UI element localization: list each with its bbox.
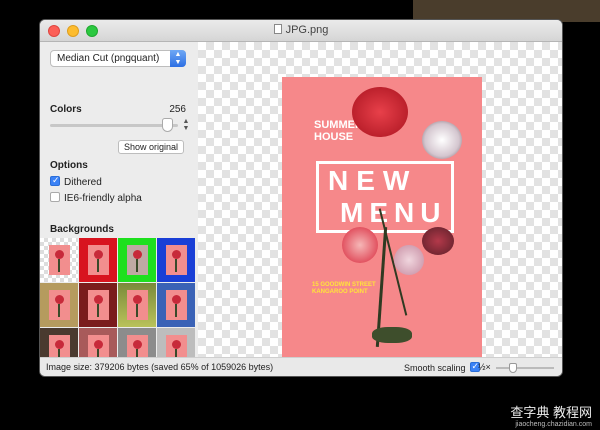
- swatch-thumbnail: [49, 245, 70, 275]
- pink-flower: [394, 245, 424, 275]
- dithered-label: Dithered: [64, 177, 102, 188]
- watermark: 查字典 教程网 jiaocheng.chazidian.com: [510, 402, 592, 428]
- background-swatch-dark-red[interactable]: [79, 283, 117, 327]
- zoom-label: ½×: [478, 362, 491, 372]
- swatch-thumbnail: [49, 290, 70, 320]
- zoom-slider-knob[interactable]: [509, 363, 517, 373]
- swatch-thumbnail: [166, 290, 187, 320]
- swatch-thumbnail: [88, 290, 109, 320]
- background-swatch-green[interactable]: [118, 238, 156, 282]
- dithered-option[interactable]: Dithered: [50, 175, 102, 188]
- background-swatch-noise-warm[interactable]: [40, 283, 78, 327]
- poster-image: SUMMER HOUSE NEW MENU 15 GOODWIN STREET …: [282, 77, 482, 362]
- sidebar: Median Cut (pngquant) ▲ ▼ Colors 256 ▲ ▼ S…: [40, 42, 198, 372]
- ie6-alpha-option[interactable]: IE6-friendly alpha: [50, 192, 142, 204]
- select-arrows-icon: ▲ ▼: [170, 50, 186, 67]
- poster-new-text: NEW: [328, 165, 418, 196]
- dithered-checkbox[interactable]: [50, 175, 60, 186]
- backgrounds-label: Backgrounds: [50, 224, 114, 235]
- white-anemone: [422, 121, 462, 159]
- background-swatch-blue-pattern[interactable]: [157, 283, 195, 327]
- backgrounds-grid: [40, 238, 198, 372]
- swatch-thumbnail: [127, 245, 148, 275]
- background-swatch-red[interactable]: [79, 238, 117, 282]
- red-flower-top: [352, 87, 408, 137]
- window-title-text: JPG.png: [285, 24, 329, 36]
- smooth-scaling-option[interactable]: Smooth scaling: [404, 361, 480, 373]
- flower-leaves: [372, 327, 412, 343]
- image-canvas[interactable]: SUMMER HOUSE NEW MENU 15 GOODWIN STREET …: [198, 42, 562, 362]
- swatch-thumbnail: [88, 245, 109, 275]
- ie6-alpha-label: IE6-friendly alpha: [64, 193, 142, 204]
- show-original-button[interactable]: Show original: [118, 140, 184, 154]
- red-flower-middle: [342, 227, 378, 263]
- ie6-alpha-checkbox[interactable]: [50, 192, 60, 202]
- watermark-sub: jiaocheng.chazidian.com: [515, 421, 592, 428]
- quantizer-select[interactable]: Median Cut (pngquant) ▲ ▼: [50, 50, 186, 67]
- swatch-thumbnail: [166, 245, 187, 275]
- colors-value: 256: [169, 104, 186, 115]
- background-swatch-checker[interactable]: [40, 238, 78, 282]
- colors-label: Colors: [50, 104, 82, 115]
- window-title: JPG.png: [40, 24, 562, 36]
- poster-address: 15 GOODWIN STREET KANGAROO POINT: [312, 282, 376, 295]
- status-bar: Image size: 379206 bytes (saved 65% of 1…: [40, 357, 562, 376]
- colors-slider[interactable]: [50, 118, 178, 132]
- desktop-corner: [413, 0, 600, 22]
- poster-menu-text: MENU: [340, 197, 447, 228]
- smooth-scaling-label: Smooth scaling: [404, 363, 466, 373]
- image-file-icon: [273, 24, 282, 34]
- app-window: JPG.png Median Cut (pngquant) ▲ ▼ Colors …: [40, 20, 562, 376]
- background-swatch-gradient-green[interactable]: [118, 283, 156, 327]
- colors-stepper[interactable]: ▲ ▼: [182, 118, 190, 132]
- options-label: Options: [50, 160, 88, 171]
- colors-slider-knob[interactable]: [161, 118, 173, 132]
- zoom-slider[interactable]: [496, 367, 554, 369]
- quantizer-select-value: Median Cut (pngquant): [57, 53, 160, 64]
- watermark-main: 查字典 教程网: [510, 405, 592, 420]
- title-bar: JPG.png: [40, 20, 562, 42]
- image-size-text: Image size: 379206 bytes (saved 65% of 1…: [46, 362, 274, 372]
- background-swatch-blue[interactable]: [157, 238, 195, 282]
- swatch-thumbnail: [127, 290, 148, 320]
- dark-red-flower: [422, 227, 454, 255]
